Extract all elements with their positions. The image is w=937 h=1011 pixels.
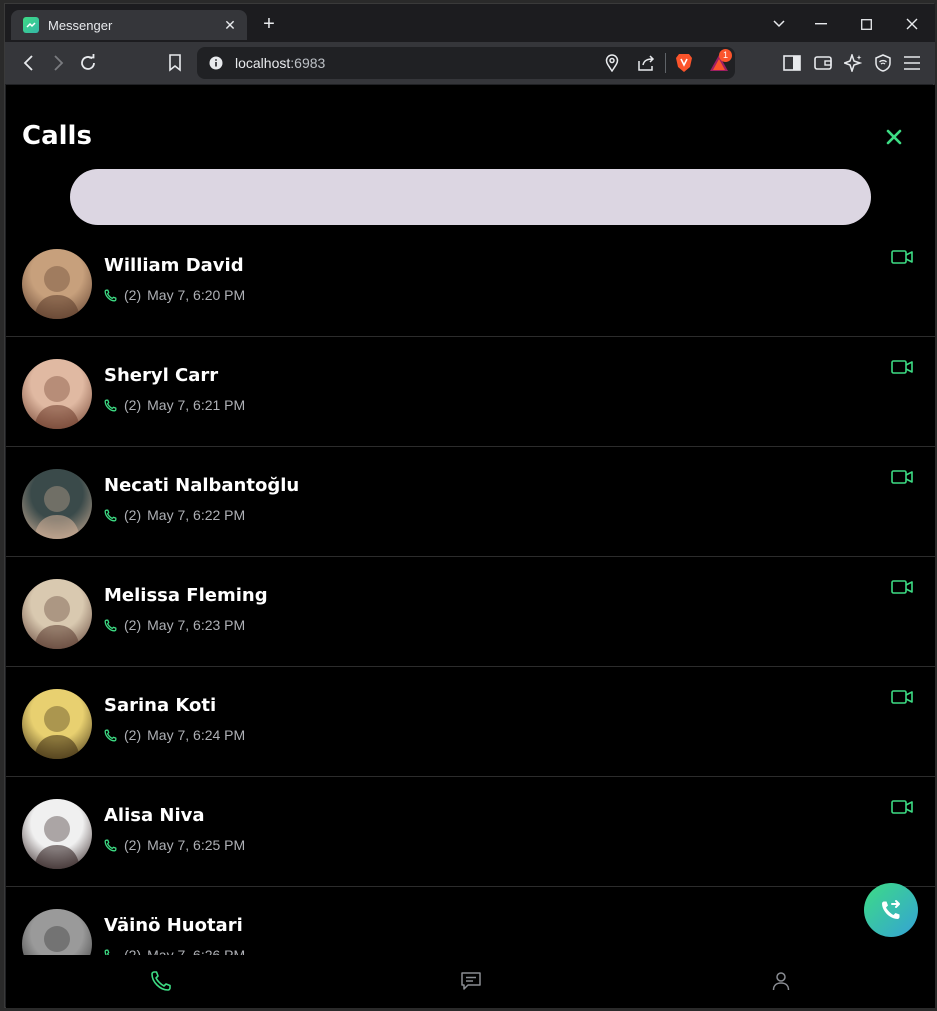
call-meta: (2) May 7, 6:24 PM: [104, 727, 245, 743]
video-call-icon[interactable]: [890, 577, 914, 597]
video-call-icon[interactable]: [890, 357, 914, 377]
call-count: (2): [124, 507, 142, 523]
avatar[interactable]: [22, 909, 92, 955]
avatar[interactable]: [22, 579, 92, 649]
nav-calls-icon[interactable]: [149, 969, 173, 993]
search-input[interactable]: [70, 169, 871, 225]
location-icon[interactable]: [605, 54, 619, 77]
call-count: (2): [124, 947, 142, 955]
calls-list: William David (2) May 7, 6:20 PM Sheryl …: [6, 227, 935, 955]
call-count: (2): [124, 837, 142, 853]
phone-icon: [104, 839, 117, 852]
new-tab-button[interactable]: +: [257, 12, 281, 36]
call-count: (2): [124, 617, 142, 633]
avatar[interactable]: [22, 359, 92, 429]
maximize-button[interactable]: [852, 12, 880, 36]
call-meta: (2) May 7, 6:20 PM: [104, 287, 245, 303]
brave-shields-icon[interactable]: [675, 53, 693, 78]
phone-icon: [104, 289, 117, 302]
wallet-icon[interactable]: [811, 51, 835, 75]
video-call-icon[interactable]: [890, 247, 914, 267]
avatar[interactable]: [22, 689, 92, 759]
url-port: :6983: [290, 55, 326, 71]
url-text[interactable]: localhost:6983: [235, 55, 325, 71]
call-row[interactable]: William David (2) May 7, 6:20 PM: [6, 227, 935, 337]
url-host: localhost: [235, 55, 291, 71]
site-info-icon[interactable]: [209, 56, 223, 75]
call-row[interactable]: Necati Nalbantoğlu (2) May 7, 6:22 PM: [6, 447, 935, 557]
reload-icon[interactable]: [76, 51, 100, 75]
browser-window: Messenger ✕ + localhost:6983 1 Calls Wil…: [4, 3, 935, 1008]
call-meta: (2) May 7, 6:26 PM: [104, 947, 245, 955]
address-bar[interactable]: localhost:6983 1: [197, 47, 735, 79]
call-meta: (2) May 7, 6:21 PM: [104, 397, 245, 413]
contact-name: Alisa Niva: [104, 805, 205, 826]
tab-search-chevron-icon[interactable]: [765, 12, 793, 36]
tab-messenger[interactable]: Messenger ✕: [11, 10, 247, 40]
contact-name: Sheryl Carr: [104, 365, 219, 386]
call-time: May 7, 6:21 PM: [147, 397, 246, 413]
phone-icon: [104, 619, 117, 632]
call-row[interactable]: Sarina Koti (2) May 7, 6:24 PM: [6, 667, 935, 777]
messenger-favicon-icon: [23, 17, 39, 33]
contact-name: Väinö Huotari: [104, 915, 243, 936]
call-count: (2): [124, 397, 142, 413]
call-row[interactable]: Väinö Huotari (2) May 7, 6:26 PM: [6, 887, 935, 955]
page-title: Calls: [22, 121, 92, 151]
phone-forward-icon: [882, 900, 900, 919]
minimize-button[interactable]: [807, 12, 835, 36]
tab-strip: Messenger ✕ +: [5, 4, 935, 42]
omnibox-divider: [665, 53, 666, 73]
bookmark-icon[interactable]: [163, 51, 187, 75]
rewards-badge: 1: [719, 49, 732, 62]
call-time: May 7, 6:24 PM: [147, 727, 246, 743]
contact-name: Necati Nalbantoğlu: [104, 475, 300, 496]
call-time: May 7, 6:25 PM: [147, 837, 246, 853]
new-call-button[interactable]: [864, 883, 918, 937]
call-count: (2): [124, 727, 142, 743]
phone-icon: [104, 729, 117, 742]
call-row[interactable]: Melissa Fleming (2) May 7, 6:23 PM: [6, 557, 935, 667]
contact-name: Sarina Koti: [104, 695, 217, 716]
back-icon[interactable]: [17, 51, 41, 75]
call-meta: (2) May 7, 6:22 PM: [104, 507, 245, 523]
call-meta: (2) May 7, 6:23 PM: [104, 617, 245, 633]
nav-profile-icon[interactable]: [769, 969, 793, 993]
leo-ai-icon[interactable]: [841, 51, 865, 75]
call-count: (2): [124, 287, 142, 303]
call-row[interactable]: Alisa Niva (2) May 7, 6:25 PM: [6, 777, 935, 887]
tab-close-button[interactable]: ✕: [221, 17, 239, 34]
forward-icon[interactable]: [46, 51, 70, 75]
menu-icon[interactable]: [900, 51, 924, 75]
call-time: May 7, 6:23 PM: [147, 617, 246, 633]
video-call-icon[interactable]: [890, 687, 914, 707]
phone-icon: [104, 509, 117, 522]
call-time: May 7, 6:26 PM: [147, 947, 246, 955]
call-row[interactable]: Sheryl Carr (2) May 7, 6:21 PM: [6, 337, 935, 447]
tab-title: Messenger: [48, 17, 113, 33]
contact-name: Melissa Fleming: [104, 585, 268, 606]
browser-toolbar: localhost:6983 1: [5, 42, 935, 84]
call-time: May 7, 6:22 PM: [147, 507, 246, 523]
window-close-button[interactable]: [898, 12, 926, 36]
contact-name: William David: [104, 255, 244, 276]
video-call-icon[interactable]: [890, 467, 914, 487]
vpn-icon[interactable]: [871, 51, 895, 75]
avatar[interactable]: [22, 469, 92, 539]
avatar[interactable]: [22, 799, 92, 869]
nav-messages-icon[interactable]: [459, 969, 483, 993]
call-time: May 7, 6:20 PM: [147, 287, 246, 303]
avatar[interactable]: [22, 249, 92, 319]
share-icon[interactable]: [638, 55, 655, 76]
phone-icon: [104, 399, 117, 412]
bottom-nav: [6, 955, 935, 1008]
sidebar-icon[interactable]: [780, 51, 804, 75]
messenger-app: Calls William David (2) May 7, 6:20 PM S…: [6, 85, 935, 1008]
close-icon[interactable]: [882, 125, 906, 149]
call-meta: (2) May 7, 6:25 PM: [104, 837, 245, 853]
video-call-icon[interactable]: [890, 797, 914, 817]
